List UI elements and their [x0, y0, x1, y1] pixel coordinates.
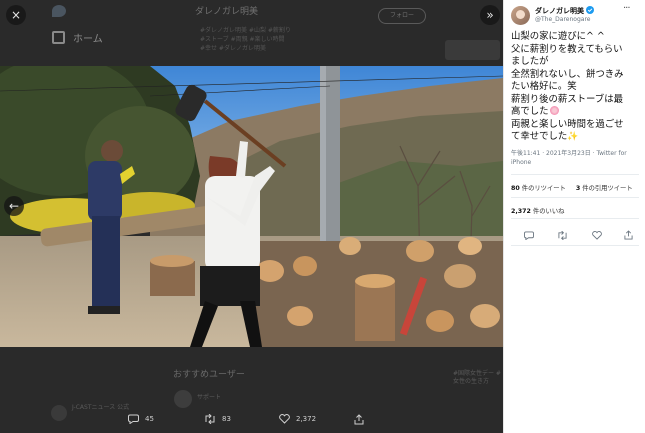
tweet-actions	[511, 225, 639, 241]
reply-icon	[524, 231, 534, 241]
tweet-line: 薪割り後の薪ストーブは最	[511, 93, 623, 105]
tweet-detail-panel: ダレノガレ明美 @The_Darenogare ··· 山梨の家に遊びに^ ^ …	[503, 0, 645, 433]
tweet-text: 山梨の家に遊びに^ ^ 父に薪割りを教えてもらい ましたが 全然割れないし、餅つ…	[511, 31, 639, 144]
verified-badge-icon	[586, 6, 595, 14]
retweet-stats: 80 件のリツイート 3 件の引用ツイート	[511, 183, 633, 192]
collapse-panel-button[interactable]: »	[480, 5, 500, 25]
avatar[interactable]	[511, 6, 530, 25]
panel-retweet-button[interactable]	[557, 225, 568, 244]
retweet-stat-label: 件のリツイート	[519, 185, 566, 192]
background-text-line: #ダレノガレ明美 #山梨 #薪割り	[200, 27, 291, 34]
heart-icon	[279, 414, 290, 424]
retweet-icon	[205, 414, 215, 424]
background-text-line: #幸せ #ダレノガレ明美	[200, 45, 266, 52]
divider	[511, 218, 639, 219]
share-button[interactable]	[354, 414, 364, 425]
like-stat-count: 2,372	[511, 208, 531, 215]
twitter-bird-icon	[52, 5, 66, 17]
cherry-blossom-icon	[549, 106, 559, 115]
tweet-line-with-emoji: て幸せでした✨	[511, 131, 639, 144]
tweet-line: 両親と楽しい時間を過ごせ	[511, 118, 624, 130]
background-card	[445, 40, 500, 60]
retweet-stat-count: 80	[511, 185, 520, 192]
display-name-text: ダレノガレ明美	[535, 7, 584, 15]
retweet-count: 83	[222, 415, 231, 423]
previous-image-button[interactable]: ←	[4, 196, 24, 216]
home-icon	[52, 31, 65, 44]
retweet-button[interactable]: 83	[204, 414, 231, 424]
tweet-line: 全然割れないし、餅つきみ	[511, 68, 624, 80]
recommended-name: サポート	[197, 394, 222, 401]
divider	[511, 245, 639, 246]
recommended-avatar	[174, 390, 192, 408]
tweet-photo[interactable]	[0, 66, 503, 347]
panel-reply-button[interactable]	[524, 225, 534, 244]
share-icon	[354, 414, 364, 425]
recommended-users-title: おすすめユーザー	[173, 370, 245, 380]
more-options-button[interactable]: ···	[623, 3, 630, 14]
quote-stat[interactable]: 3 件の引用ツイート	[576, 185, 633, 192]
tweet-line: ましたが	[511, 56, 549, 67]
tweet-line-with-emoji: 高でした	[511, 106, 639, 119]
tweet-line: たい格好に。笑	[511, 81, 577, 92]
tweet-line: 山梨の家に遊びに^ ^	[511, 31, 605, 42]
media-action-bar: 45 83 2,372	[0, 410, 503, 433]
like-count: 2,372	[296, 415, 317, 423]
reply-count: 45	[145, 415, 154, 423]
background-text-line: #ストーブ #両親 #楽しい時間	[200, 36, 285, 43]
quote-stat-label: 件の引用ツイート	[580, 185, 633, 192]
nav-home-label: ホーム	[73, 34, 103, 45]
background-header-title: ダレノガレ明美	[195, 7, 259, 17]
tweet-line: 父に薪割りを教えてもらい	[511, 43, 623, 55]
like-button[interactable]: 2,372	[279, 414, 316, 424]
tweet-line: 高でした	[511, 106, 549, 117]
reply-icon	[128, 414, 139, 424]
retweet-icon	[558, 230, 567, 241]
background-follow-button: フォロー	[378, 8, 426, 24]
share-icon	[624, 230, 633, 240]
background-side-text: #国際女性デー #女性の生き方	[453, 370, 501, 385]
tweet-line: て幸せでした	[511, 131, 568, 142]
nav-home: ホーム	[52, 30, 103, 45]
retweet-stat[interactable]: 80 件のリツイート	[511, 185, 566, 192]
like-stats[interactable]: 2,372 件のいいね	[511, 206, 564, 215]
close-button[interactable]: ×	[6, 5, 26, 25]
display-name[interactable]: ダレノガレ明美	[535, 6, 595, 16]
tweet-client[interactable]: iPhone	[511, 159, 641, 168]
user-handle[interactable]: @The_Darenogare	[535, 16, 590, 23]
background-tweet-text: #ダレノガレ明美 #山梨 #薪割り #ストーブ #両親 #楽しい時間 #幸せ #…	[200, 26, 420, 53]
sparkles-icon: ✨	[567, 132, 579, 142]
tweet-meta: 午後11:41 · 2021年3月23日 · Twitter for iPhon…	[511, 150, 641, 167]
panel-share-button[interactable]	[624, 225, 633, 244]
tweet-timestamp[interactable]: 午後11:41 · 2021年3月23日 · Twitter for	[511, 150, 641, 159]
like-stat-label: 件のいいね	[530, 208, 565, 215]
panel-like-button[interactable]	[592, 225, 602, 244]
divider	[511, 197, 639, 198]
divider	[511, 174, 639, 175]
reply-button[interactable]: 45	[128, 414, 154, 424]
heart-icon	[592, 231, 602, 240]
